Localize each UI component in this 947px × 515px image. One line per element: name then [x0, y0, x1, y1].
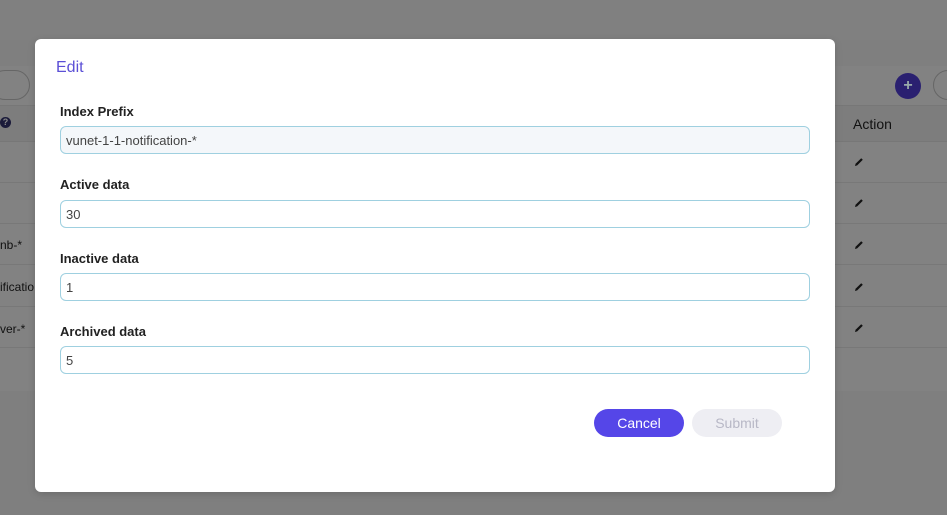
- inactive-data-label: Inactive data: [60, 251, 139, 266]
- active-data-input[interactable]: [60, 200, 810, 228]
- archived-data-input[interactable]: [60, 346, 810, 374]
- active-data-label: Active data: [60, 177, 130, 192]
- pencil-icon: [855, 199, 863, 207]
- edit-modal: Edit Index Prefix Active data Inactive d…: [35, 39, 835, 492]
- add-icon: +: [895, 73, 921, 99]
- pencil-icon: [855, 241, 863, 249]
- help-icon: ?: [0, 117, 11, 128]
- modal-title: Edit: [56, 59, 84, 76]
- submit-button[interactable]: Submit: [692, 409, 782, 437]
- action-column-header: Action: [853, 116, 892, 132]
- table-cell-index: nb-*: [0, 238, 23, 252]
- pencil-icon: [855, 324, 863, 332]
- table-cell-index: ver-*: [0, 322, 26, 336]
- index-prefix-input[interactable]: [60, 126, 810, 154]
- inactive-data-input[interactable]: [60, 273, 810, 301]
- index-prefix-label: Index Prefix: [60, 104, 134, 119]
- cancel-button[interactable]: Cancel: [594, 409, 684, 437]
- background-search-pill: [0, 70, 30, 100]
- background-header: [0, 0, 947, 40]
- pencil-icon: [855, 158, 863, 166]
- pencil-icon: [855, 283, 863, 291]
- archived-data-label: Archived data: [60, 324, 146, 339]
- table-cell-index: ificatio: [0, 280, 35, 294]
